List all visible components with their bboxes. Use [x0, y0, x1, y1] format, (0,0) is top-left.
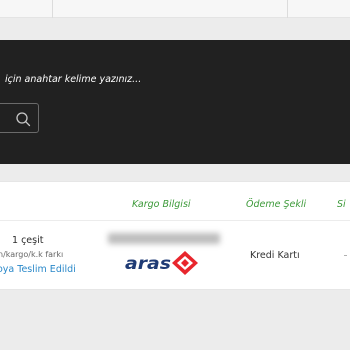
top-bar-divider — [52, 0, 53, 18]
column-header-partial: Si — [337, 199, 346, 210]
search-icon[interactable] — [15, 111, 31, 127]
column-header-payment-method: Ödeme Şekli — [246, 199, 307, 210]
order-note: n/kargo/k.k farkı — [0, 250, 64, 259]
top-bar — [0, 0, 350, 18]
search-panel: için anahtar kelime yazınız... — [0, 40, 350, 164]
carrier-logo-text: aras — [125, 254, 171, 274]
order-quantity: 1 çeşit — [12, 235, 44, 246]
column-header-shipping-info: Kargo Bilgisi — [132, 199, 191, 210]
top-bar-divider — [287, 0, 288, 18]
payment-method: Kredi Kartı — [250, 250, 300, 261]
order-status-link[interactable]: oya Teslim Edildi — [0, 264, 76, 275]
tracking-number-redacted — [108, 233, 220, 244]
aras-kargo-logo: aras — [125, 251, 198, 275]
search-input[interactable] — [0, 103, 39, 133]
orders-table: Kargo Bilgisi Ödeme Şekli Si 1 çeşit n/k… — [0, 181, 350, 290]
search-hint: için anahtar kelime yazınız... — [5, 74, 142, 85]
header-divider — [0, 220, 350, 221]
truncated-cell-dash — [344, 255, 347, 256]
